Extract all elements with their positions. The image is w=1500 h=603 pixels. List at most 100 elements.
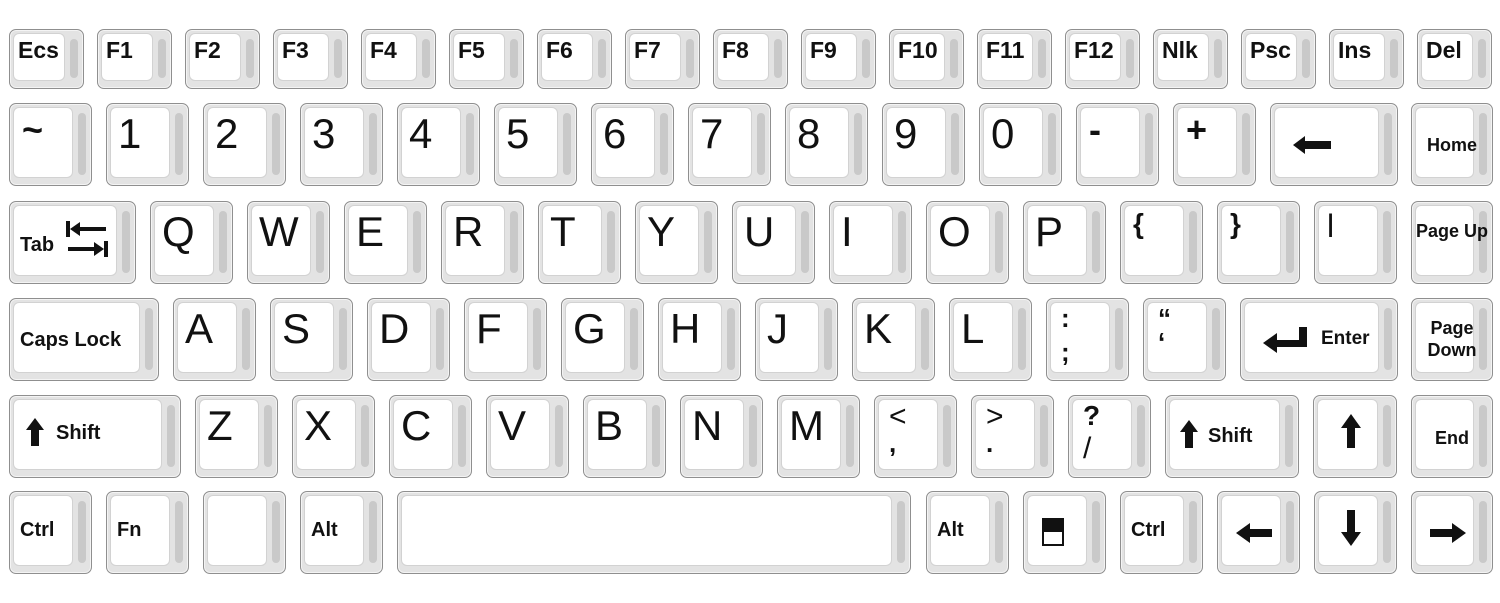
key-3[interactable]: 3 xyxy=(300,103,383,186)
key-arrow-left[interactable] xyxy=(1217,491,1300,574)
key-f10[interactable]: F10 xyxy=(889,29,964,89)
key-k[interactable]: K xyxy=(852,298,935,381)
key-left-shift[interactable]: Shift xyxy=(9,395,181,478)
key-backspace[interactable] xyxy=(1270,103,1398,186)
key-4[interactable]: 4 xyxy=(397,103,480,186)
key-label: 3 xyxy=(312,110,336,157)
key-l[interactable]: L xyxy=(949,298,1032,381)
key-menu[interactable] xyxy=(1023,491,1106,574)
key-o[interactable]: O xyxy=(926,201,1009,284)
key-semicolon[interactable]: : ; xyxy=(1046,298,1129,381)
key-v[interactable]: V xyxy=(486,395,569,478)
key-insert[interactable]: Ins xyxy=(1329,29,1404,89)
key-page-down[interactable]: Page Down xyxy=(1411,298,1493,381)
key-f4[interactable]: F4 xyxy=(361,29,436,89)
key-left-ctrl[interactable]: Ctrl xyxy=(9,491,92,574)
key-s[interactable]: S xyxy=(270,298,353,381)
key-label: End xyxy=(1435,428,1469,448)
key-caps-lock[interactable]: Caps Lock xyxy=(9,298,159,381)
key-slash[interactable]: ? / xyxy=(1068,395,1151,478)
key-comma[interactable]: < , xyxy=(874,395,957,478)
key-n[interactable]: N xyxy=(680,395,763,478)
key-plus[interactable]: + xyxy=(1173,103,1256,186)
key-blank[interactable] xyxy=(203,491,286,574)
key-7[interactable]: 7 xyxy=(688,103,771,186)
key-f11[interactable]: F11 xyxy=(977,29,1052,89)
key-z[interactable]: Z xyxy=(195,395,278,478)
key-arrow-up[interactable] xyxy=(1313,395,1397,478)
key-label: l xyxy=(1327,208,1335,244)
key-label: I xyxy=(841,208,853,255)
key-f12[interactable]: F12 xyxy=(1065,29,1140,89)
key-right-ctrl[interactable]: Ctrl xyxy=(1120,491,1203,574)
key-d[interactable]: D xyxy=(367,298,450,381)
key-label: L xyxy=(961,305,985,352)
key-f7[interactable]: F7 xyxy=(625,29,700,89)
key-tab[interactable]: Tab xyxy=(9,201,136,284)
key-i[interactable]: I xyxy=(829,201,912,284)
key-label: K xyxy=(864,305,893,352)
key-u[interactable]: U xyxy=(732,201,815,284)
key-p[interactable]: P xyxy=(1023,201,1106,284)
key-period[interactable]: > . xyxy=(971,395,1054,478)
key-esc[interactable]: Ecs xyxy=(9,29,84,89)
key-pipe[interactable]: l xyxy=(1314,201,1397,284)
key-a[interactable]: A xyxy=(173,298,256,381)
key-r[interactable]: R xyxy=(441,201,524,284)
key-right-shift[interactable]: Shift xyxy=(1165,395,1299,478)
key-arrow-down[interactable] xyxy=(1314,491,1397,574)
key-label: Page Down xyxy=(1427,318,1477,360)
key-f5[interactable]: F5 xyxy=(449,29,524,89)
key-delete[interactable]: Del xyxy=(1417,29,1492,89)
key-label: R xyxy=(453,208,484,255)
key-printscreen[interactable]: Psc xyxy=(1241,29,1316,89)
key-minus[interactable]: - xyxy=(1076,103,1159,186)
key-arrow-right[interactable] xyxy=(1411,491,1493,574)
key-label: F7 xyxy=(634,37,661,63)
key-x[interactable]: X xyxy=(292,395,375,478)
key-e[interactable]: E xyxy=(344,201,427,284)
key-page-up[interactable]: Page Up xyxy=(1411,201,1493,284)
key-enter[interactable]: Enter xyxy=(1240,298,1398,381)
key-quote[interactable]: “ ‘ xyxy=(1143,298,1226,381)
key-label: Page Up xyxy=(1415,221,1489,241)
key-w[interactable]: W xyxy=(247,201,330,284)
key-f9[interactable]: F9 xyxy=(801,29,876,89)
key-h[interactable]: H xyxy=(658,298,741,381)
key-f3[interactable]: F3 xyxy=(273,29,348,89)
key-f8[interactable]: F8 xyxy=(713,29,788,89)
key-home[interactable]: Home xyxy=(1411,103,1493,186)
key-t[interactable]: T xyxy=(538,201,621,284)
key-g[interactable]: G xyxy=(561,298,644,381)
key-end[interactable]: End xyxy=(1411,395,1493,478)
key-right-brace[interactable]: } xyxy=(1217,201,1300,284)
key-right-alt[interactable]: Alt xyxy=(926,491,1009,574)
key-left-brace[interactable]: { xyxy=(1120,201,1203,284)
key-1[interactable]: 1 xyxy=(106,103,189,186)
key-f6[interactable]: F6 xyxy=(537,29,612,89)
key-c[interactable]: C xyxy=(389,395,472,478)
key-q[interactable]: Q xyxy=(150,201,233,284)
key-6[interactable]: 6 xyxy=(591,103,674,186)
key-2[interactable]: 2 xyxy=(203,103,286,186)
key-8[interactable]: 8 xyxy=(785,103,868,186)
key-fn[interactable]: Fn xyxy=(106,491,189,574)
key-5[interactable]: 5 xyxy=(494,103,577,186)
key-label: Z xyxy=(207,402,233,449)
key-label: A xyxy=(185,305,214,352)
key-f[interactable]: F xyxy=(464,298,547,381)
key-9[interactable]: 9 xyxy=(882,103,965,186)
key-label: V xyxy=(498,402,527,449)
key-numlock[interactable]: Nlk xyxy=(1153,29,1228,89)
key-0[interactable]: 0 xyxy=(979,103,1062,186)
key-j[interactable]: J xyxy=(755,298,838,381)
key-f1[interactable]: F1 xyxy=(97,29,172,89)
key-b[interactable]: B xyxy=(583,395,666,478)
key-space[interactable] xyxy=(397,491,911,574)
key-left-alt[interactable]: Alt xyxy=(300,491,383,574)
key-y[interactable]: Y xyxy=(635,201,718,284)
key-tilde[interactable]: ~ xyxy=(9,103,92,186)
key-label: ~ xyxy=(22,109,44,150)
key-m[interactable]: M xyxy=(777,395,860,478)
key-f2[interactable]: F2 xyxy=(185,29,260,89)
